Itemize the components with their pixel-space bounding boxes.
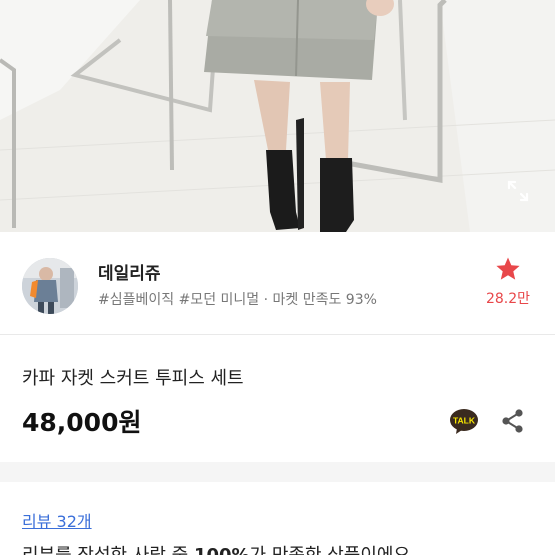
star-icon (496, 257, 520, 280)
expand-icon[interactable] (503, 176, 533, 206)
review-summary: 리뷰를 작성한 사람 중 100%가 만족한 상품이에요 (22, 541, 410, 555)
divider (0, 334, 555, 335)
review-link[interactable]: 리뷰 32개 (22, 508, 92, 532)
share-icon[interactable] (498, 406, 528, 436)
review-summary-prefix: 리뷰를 작성한 사람 중 (22, 545, 194, 555)
review-summary-percent: 100% (194, 545, 250, 555)
seller-name[interactable]: 데일리쥬 (98, 259, 161, 284)
seller-tags: #심플베이직 #모던 미니멀 · 마켓 만족도 93% (98, 292, 377, 308)
favorite-button[interactable]: 28.2만 (483, 256, 533, 308)
review-summary-suffix: 가 만족한 상품이에요 (250, 545, 410, 555)
product-title: 카파 자켓 스커트 투피스 세트 (22, 368, 244, 389)
section-separator (0, 462, 555, 482)
talk-label: TALK (453, 416, 476, 426)
favorite-count: 28.2만 (485, 291, 531, 307)
seller-row[interactable]: 데일리쥬 #심플베이직 #모던 미니멀 · 마켓 만족도 93% 28.2만 (0, 232, 555, 330)
product-photo[interactable] (0, 0, 555, 232)
product-price: 48,000원 (22, 408, 142, 437)
kakao-talk-icon[interactable]: TALK (449, 406, 479, 436)
avatar[interactable] (22, 258, 78, 314)
product-photo-illustration (0, 0, 555, 232)
